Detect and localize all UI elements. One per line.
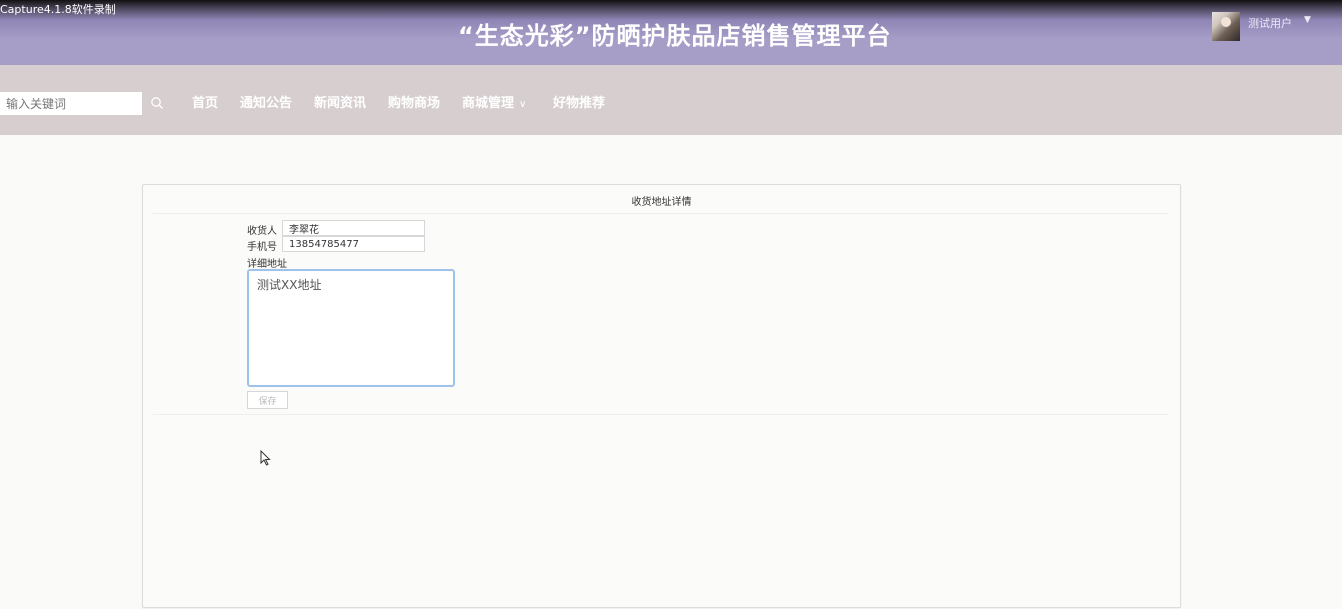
nav-item-label[interactable]: 商城管理 (462, 96, 514, 111)
chevron-down-icon[interactable]: ∨ (519, 99, 526, 110)
phone-field[interactable] (282, 236, 425, 252)
nav-item-shop[interactable]: 购物商场 (388, 92, 440, 111)
nav-bar: 首页 通知公告 新闻资讯 购物商场 商城管理 ∨ 好物推荐 (0, 65, 1342, 135)
top-header: Capture4.1.8软件录制 “生态光彩”防晒护肤品店销售管理平台 测试用户… (0, 0, 1342, 65)
receiver-field[interactable] (282, 220, 425, 236)
search-input[interactable] (0, 92, 142, 115)
address-label: 详细地址 (247, 259, 287, 270)
nav-item-notices[interactable]: 通知公告 (240, 92, 292, 111)
user-name[interactable]: 测试用户 (1248, 15, 1292, 31)
recorder-watermark: Capture4.1.8软件录制 (0, 3, 116, 16)
divider (153, 414, 1169, 415)
caret-down-icon[interactable]: ▼ (1304, 15, 1311, 25)
mouse-pointer-icon (260, 450, 271, 466)
phone-label: 手机号 (247, 242, 277, 253)
site-title: “生态光彩”防晒护肤品店销售管理平台 (458, 22, 892, 50)
address-detail-card: 收货地址详情 收货人 手机号 详细地址 测试XX地址 保存 (142, 184, 1181, 608)
receiver-label: 收货人 (247, 226, 277, 237)
address-textarea[interactable]: 测试XX地址 (247, 269, 455, 387)
avatar[interactable] (1212, 12, 1240, 41)
nav-item-mall-management[interactable]: 商城管理 ∨ (462, 92, 526, 111)
nav-item-news[interactable]: 新闻资讯 (314, 92, 366, 111)
search-icon[interactable] (150, 96, 164, 110)
card-title: 收货地址详情 (631, 197, 692, 208)
nav-item-recommend[interactable]: 好物推荐 (553, 92, 605, 111)
divider (153, 213, 1169, 214)
nav-item-home[interactable]: 首页 (192, 92, 218, 111)
save-button[interactable]: 保存 (247, 391, 288, 409)
